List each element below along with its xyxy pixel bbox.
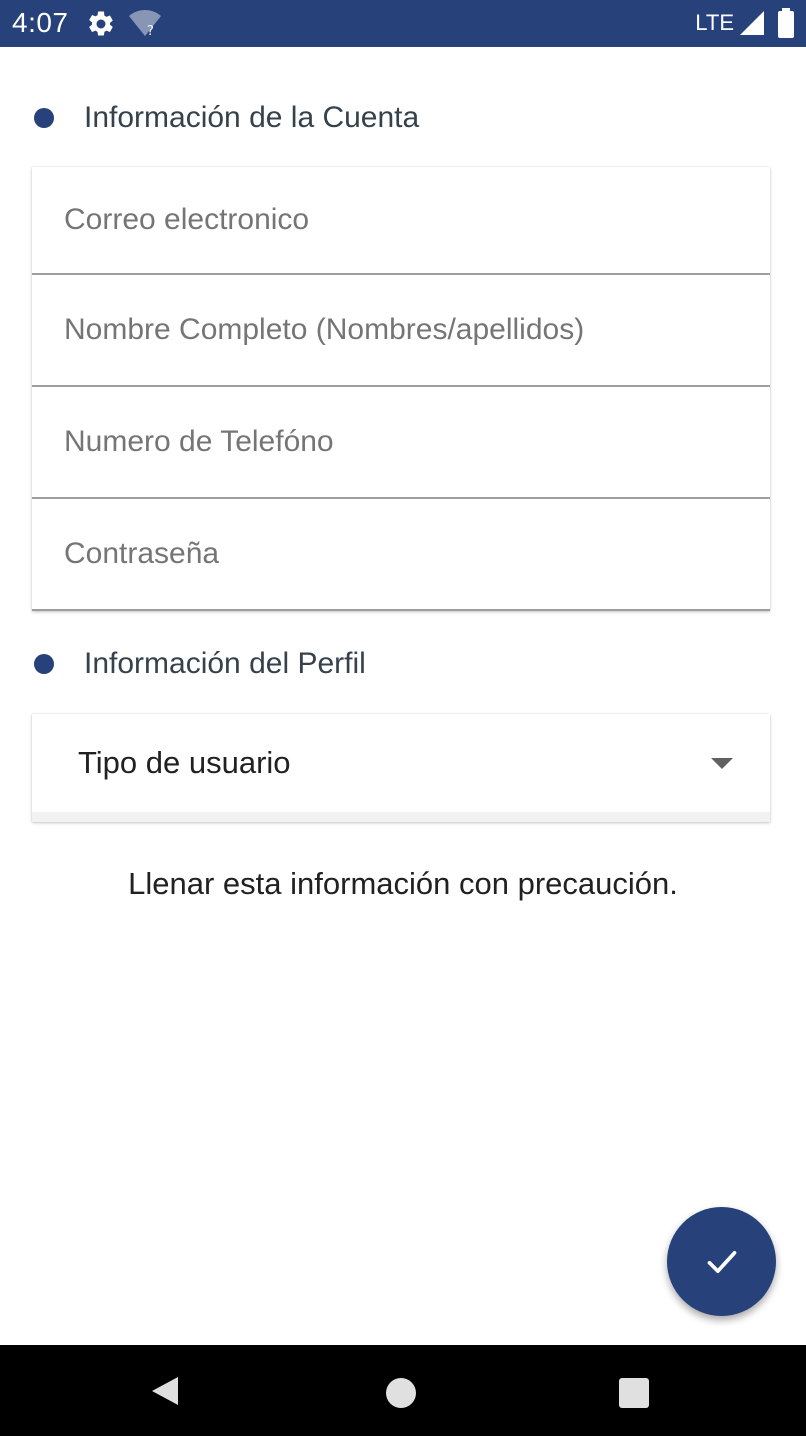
phone-field[interactable]: Numero de Telefóno <box>32 387 770 499</box>
battery-icon <box>778 8 794 38</box>
section-title-profile: Información del Perfil <box>84 647 366 680</box>
full-name-field[interactable]: Nombre Completo (Nombres/apellidos) <box>32 275 770 387</box>
account-form-card: Correo electronico Nombre Completo (Nomb… <box>32 167 770 611</box>
email-field[interactable]: Correo electronico <box>32 167 770 275</box>
network-type: LTE <box>695 10 734 35</box>
user-type-selected-value: Tipo de usuario <box>78 745 291 780</box>
password-field[interactable]: Contraseña <box>32 499 770 611</box>
check-icon <box>707 1250 736 1273</box>
phone-field-placeholder: Numero de Telefóno <box>64 425 334 458</box>
gear-icon <box>89 11 113 36</box>
signal-icon <box>740 11 764 35</box>
dropdown-bottom-strip <box>32 812 770 822</box>
status-time: 4:07 <box>12 7 69 38</box>
section-title-account: Información de la Cuenta <box>84 101 420 134</box>
full-name-field-placeholder: Nombre Completo (Nombres/apellidos) <box>64 313 585 346</box>
user-type-dropdown-row[interactable]: Tipo de usuario <box>32 714 770 812</box>
recent-apps-icon[interactable] <box>619 1378 649 1408</box>
svg-text:?: ? <box>147 24 154 38</box>
navigation-bar <box>0 1345 806 1436</box>
wifi-unknown-icon: ? <box>129 10 161 38</box>
home-icon[interactable] <box>386 1378 416 1408</box>
bullet-icon <box>34 108 54 128</box>
password-field-placeholder: Contraseña <box>64 537 220 570</box>
caution-note: Llenar esta información con precaución. <box>128 866 678 901</box>
confirm-button[interactable] <box>667 1207 776 1316</box>
dropdown-arrow-icon <box>711 758 733 769</box>
status-bar: 4:07 ? LTE <box>0 0 806 47</box>
bullet-icon <box>34 654 54 674</box>
back-icon[interactable] <box>150 1375 180 1407</box>
section-header-profile: Información del Perfil <box>34 647 366 681</box>
status-right-group: LTE <box>695 7 794 39</box>
email-field-placeholder: Correo electronico <box>64 203 310 236</box>
section-header-account: Información de la Cuenta <box>34 101 419 135</box>
user-type-dropdown[interactable]: Tipo de usuario <box>32 714 770 822</box>
